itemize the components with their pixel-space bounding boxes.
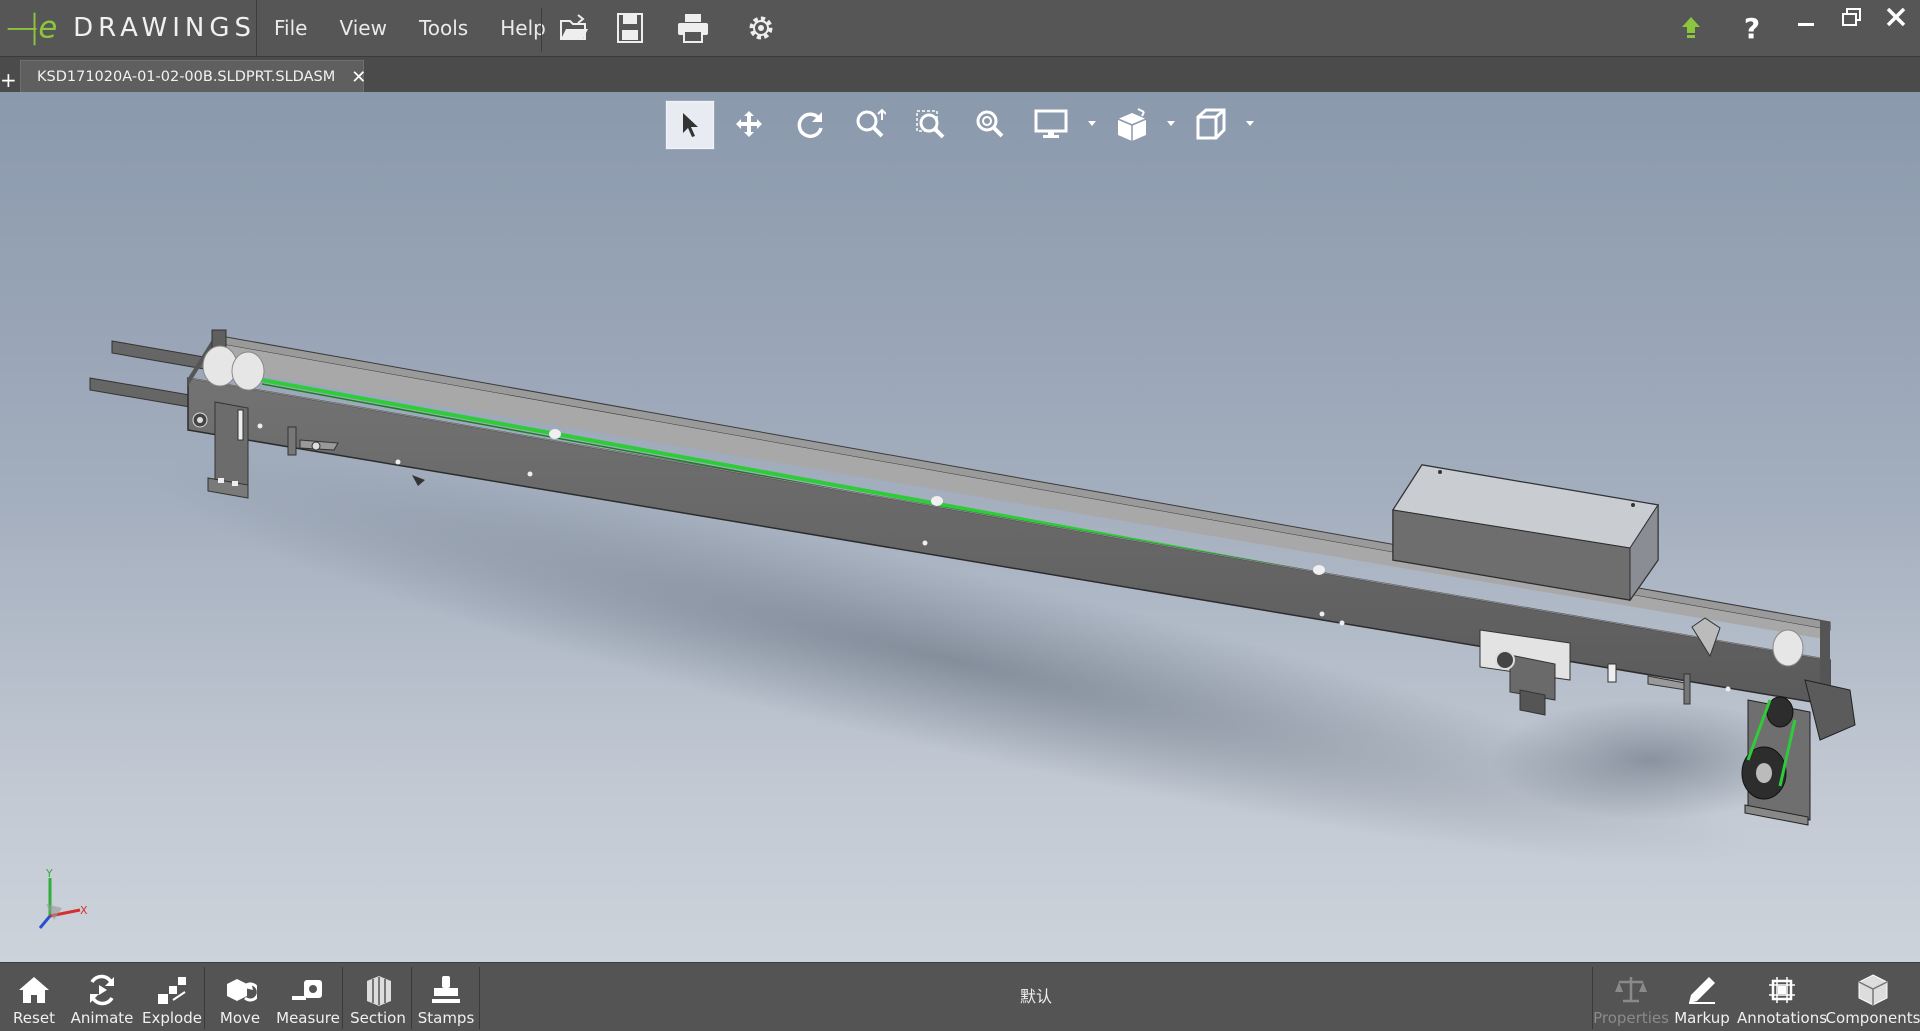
close-window-button[interactable] — [1874, 2, 1918, 32]
svg-text:Y: Y — [45, 867, 53, 880]
explode-icon — [158, 977, 186, 1004]
menu-tools[interactable]: Tools — [403, 0, 484, 56]
configuration-name[interactable]: 默认 — [1000, 983, 1072, 1007]
components-cube-icon — [1858, 974, 1888, 1006]
stamps-label: Stamps — [417, 1009, 475, 1027]
toolbar-separator — [204, 967, 205, 1029]
explode-label: Explode — [142, 1009, 202, 1027]
close-icon — [1886, 7, 1906, 27]
menu-help[interactable]: Help — [484, 0, 562, 56]
annotations-label: Annotations — [1736, 1009, 1828, 1027]
save-button[interactable] — [608, 8, 652, 48]
svg-text:e: e — [38, 11, 57, 46]
gear-icon — [749, 16, 773, 40]
conveyor-model[interactable] — [0, 92, 1920, 962]
print-icon — [678, 14, 708, 43]
annotations-button[interactable]: Annotations — [1736, 963, 1828, 1031]
properties-button[interactable]: Properties — [1593, 963, 1669, 1031]
open-button[interactable] — [552, 8, 596, 48]
update-arrow-icon — [1682, 17, 1700, 38]
new-tab-button[interactable]: + — [0, 68, 17, 92]
help-button[interactable]: ? — [1730, 8, 1774, 48]
move-button[interactable]: Move — [208, 963, 272, 1031]
title-bar: e DRAWINGS File View Tools Help ? — [0, 0, 1920, 57]
axis-triad: Y X — [38, 867, 88, 929]
menu-bar: File View Tools Help — [258, 0, 562, 56]
save-icon — [617, 13, 643, 43]
toolbar-separator — [479, 967, 480, 1029]
components-label: Components — [1825, 1009, 1920, 1027]
app-logo: e DRAWINGS — [0, 0, 257, 56]
section-button[interactable]: Section — [346, 963, 410, 1031]
animate-label: Animate — [70, 1009, 134, 1027]
update-button[interactable] — [1669, 8, 1713, 48]
menu-separator — [541, 8, 542, 52]
document-tab-label: KSD171020A-01-02-00B.SLDPRT.SLDASM — [37, 69, 336, 85]
close-tab-icon[interactable]: ✕ — [351, 67, 366, 88]
minimize-icon — [1798, 23, 1814, 26]
menu-view[interactable]: View — [323, 0, 402, 56]
restore-icon — [1842, 8, 1861, 26]
annotations-icon — [1769, 977, 1795, 1003]
pencil-icon — [1689, 977, 1715, 1004]
toolbar-separator — [411, 967, 412, 1029]
toolbar-separator — [342, 967, 343, 1029]
stamp-icon — [432, 976, 460, 1003]
section-label: Section — [350, 1009, 406, 1027]
open-icon — [560, 14, 588, 40]
svg-text:X: X — [80, 904, 88, 917]
bottom-toolbar: Reset Animate Explode Move Measure Secti… — [0, 962, 1920, 1031]
app-brand: DRAWINGS — [73, 13, 256, 43]
balance-scale-icon — [1615, 977, 1647, 1003]
edrawings-logo-icon: e — [7, 11, 57, 46]
markup-label: Markup — [1674, 1009, 1730, 1027]
tape-measure-icon — [292, 980, 322, 1000]
measure-button[interactable]: Measure — [274, 963, 342, 1031]
menu-file[interactable]: File — [258, 0, 323, 56]
measure-label: Measure — [276, 1009, 340, 1027]
section-icon — [367, 976, 391, 1006]
animate-icon — [90, 974, 114, 1006]
document-tab[interactable]: KSD171020A-01-02-00B.SLDPRT.SLDASM ✕ — [20, 60, 366, 93]
components-button[interactable]: Components — [1825, 963, 1920, 1031]
home-icon — [19, 977, 49, 1003]
properties-label: Properties — [1593, 1009, 1669, 1027]
settings-button[interactable] — [739, 8, 783, 48]
graphics-viewport[interactable]: Y X — [0, 92, 1920, 962]
reset-button[interactable]: Reset — [8, 963, 60, 1031]
explode-button[interactable]: Explode — [140, 963, 204, 1031]
move-component-icon — [227, 979, 257, 1002]
move-label: Move — [219, 1009, 261, 1027]
stamps-button[interactable]: Stamps — [414, 963, 478, 1031]
print-button[interactable] — [671, 8, 715, 48]
restore-button[interactable] — [1830, 2, 1874, 32]
minimize-button[interactable] — [1784, 4, 1828, 34]
reset-label: Reset — [13, 1009, 55, 1027]
animate-button[interactable]: Animate — [70, 963, 134, 1031]
markup-button[interactable]: Markup — [1670, 963, 1734, 1031]
